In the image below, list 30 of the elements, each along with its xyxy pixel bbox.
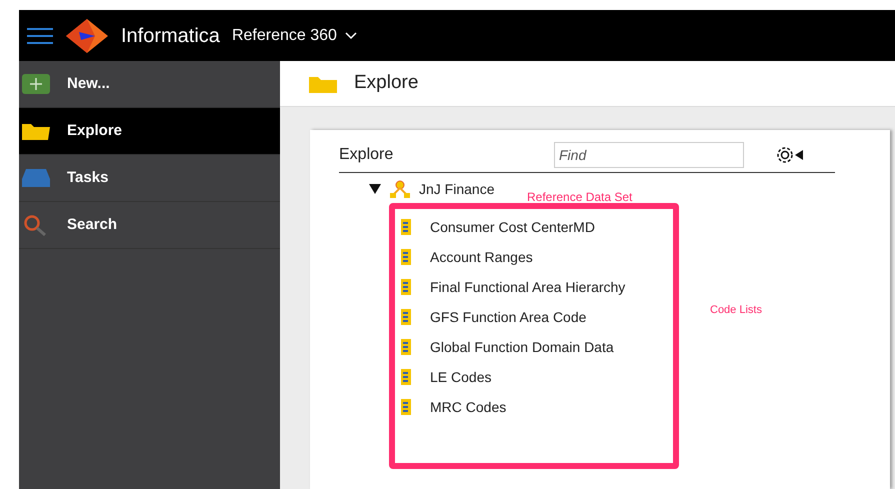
logo-icon (65, 18, 109, 54)
sidebar-item[interactable]: Explore (19, 108, 280, 155)
tree-item[interactable]: LE Codes (430, 366, 492, 388)
menu-icon[interactable] (27, 26, 53, 44)
document-icon (400, 398, 412, 416)
chevron-icon (344, 32, 357, 40)
document-icon (400, 308, 412, 326)
tree-item[interactable]: Consumer Cost CenterMD (430, 216, 595, 238)
tray-icon (21, 167, 51, 189)
annotation-label: Reference Data Set (527, 189, 632, 206)
tree-item[interactable]: Account Ranges (430, 246, 533, 268)
brand-name: Informatica (121, 24, 220, 48)
tree-item[interactable]: JnJ Finance (419, 178, 494, 200)
plus-icon (21, 73, 51, 95)
document-icon (400, 218, 412, 236)
tree-item[interactable]: Final Functional Area Hierarchy (430, 276, 626, 298)
document-icon (400, 368, 412, 386)
document-icon (400, 248, 412, 266)
hierarchy-icon (389, 180, 411, 198)
search-field[interactable]: Find (554, 142, 744, 168)
panel-title: Explore (339, 145, 394, 165)
expanded-arrow-icon[interactable] (369, 184, 381, 194)
document-icon (400, 278, 412, 296)
annotation-label: Code Lists (710, 303, 762, 318)
tree-item[interactable]: MRC Codes (430, 396, 506, 418)
product-dropdown[interactable]: Reference 360 (232, 24, 357, 48)
document-icon (400, 338, 412, 356)
tree-item[interactable]: GFS Function Area Code (430, 306, 586, 328)
page-title: Explore (354, 71, 418, 96)
tree-item[interactable]: Global Function Domain Data (430, 336, 614, 358)
